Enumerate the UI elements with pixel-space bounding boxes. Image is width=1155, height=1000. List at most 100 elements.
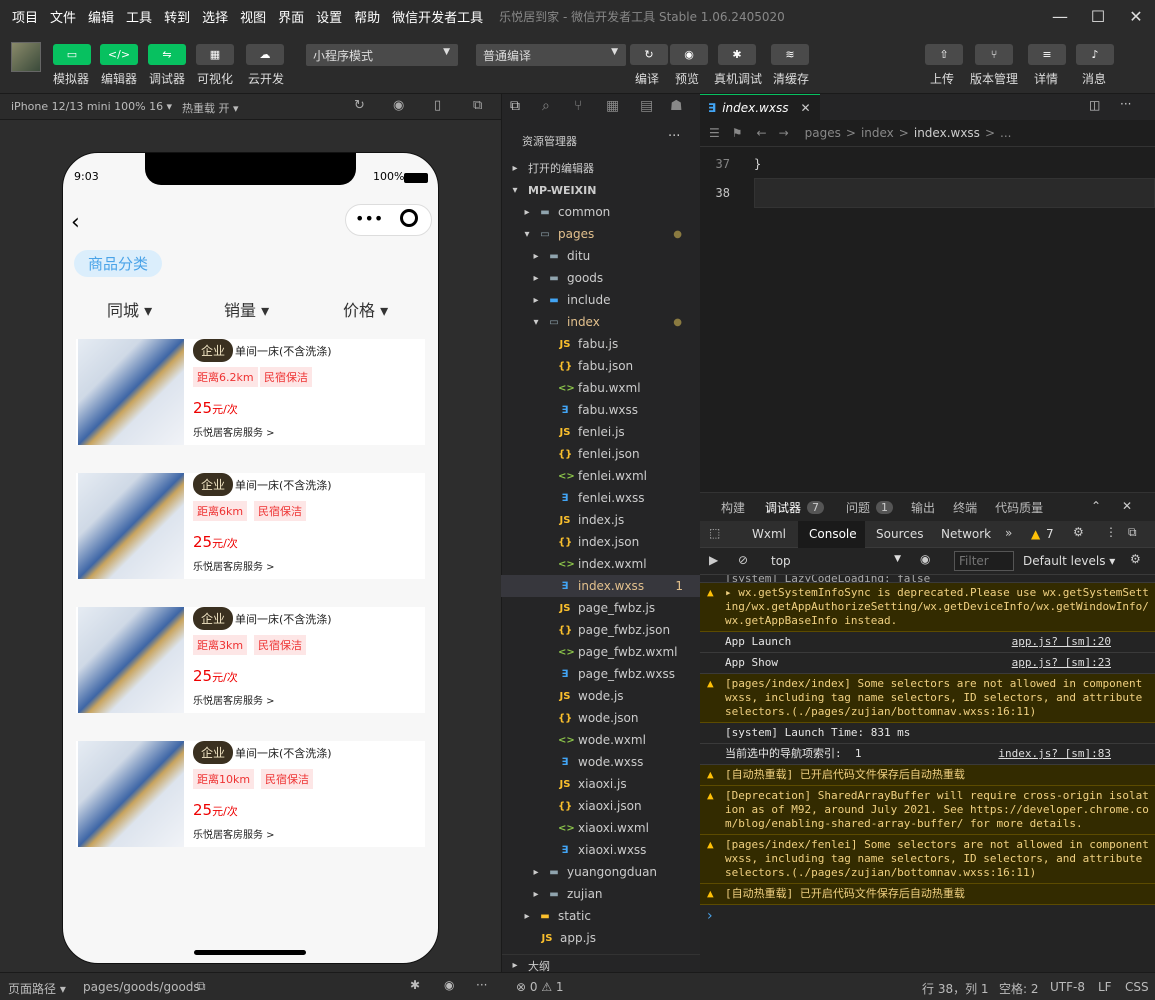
problems-count[interactable]: ⊗ 0 ⚠ 1 [516, 980, 564, 994]
close-icon[interactable]: ✕ [1122, 499, 1132, 513]
tree-item[interactable]: {} index.json [501, 531, 700, 553]
back-arrow-icon[interactable]: ← [757, 126, 767, 140]
sidebar-toggle-icon[interactable]: ▶ [709, 553, 718, 567]
breadcrumb-item[interactable]: index.wxss [914, 126, 980, 140]
tab-console[interactable]: Console [798, 521, 865, 548]
product-card[interactable]: 企业 单间一床(不含洗涤) 距离6.2km 民宿保洁 25元/次 乐悦居客房服务… [76, 339, 425, 445]
compile-select[interactable]: 普通编译 ▼ [476, 44, 626, 66]
tree-item[interactable]: JS fabu.js [501, 333, 700, 355]
tree-item[interactable]: <> page_fwbz.wxml [501, 641, 700, 663]
clear-cache-icon[interactable]: ≋ [771, 44, 809, 65]
context-select[interactable]: top ▼ [766, 551, 905, 571]
kebab-icon[interactable]: ⋮ [1105, 525, 1117, 539]
indent-setting[interactable]: 空格: 2 [999, 980, 1039, 997]
menu-item[interactable]: 编辑 [82, 7, 120, 26]
menu-item[interactable]: 工具 [120, 7, 158, 26]
tree-item[interactable]: ▸ ▬ goods [501, 267, 700, 289]
open-editors-section[interactable]: ▸ 打开的编辑器 [502, 157, 701, 179]
tree-item[interactable]: ▸ ▬ zujian [501, 883, 700, 905]
console-prompt[interactable]: › [700, 905, 1155, 927]
clear-cache-label[interactable]: 清缓存 [773, 70, 809, 87]
service-link[interactable]: 乐悦居客房服务 > [193, 692, 275, 707]
menu-item[interactable]: 文件 [44, 7, 82, 26]
log-source-link[interactable]: index.js? [sm]:83 [998, 747, 1111, 761]
tree-item[interactable]: JS app.js [501, 927, 700, 949]
stop-icon[interactable]: ◉ [393, 98, 404, 113]
split-editor-icon[interactable]: ◫ [1089, 98, 1100, 112]
tab-sources[interactable]: Sources [876, 527, 923, 541]
tab-network[interactable]: Network [941, 527, 991, 541]
more-icon[interactable]: ··· [476, 978, 487, 992]
tree-item[interactable]: ▾ ▭ pages ● [501, 223, 700, 245]
filter-input[interactable] [954, 551, 1014, 571]
filter-city[interactable]: 同城 ▾ [107, 297, 152, 321]
tree-item[interactable]: {} fabu.json [501, 355, 700, 377]
tree-item[interactable]: {} fenlei.json [501, 443, 700, 465]
eye-icon[interactable]: ◉ [444, 978, 454, 992]
tree-item[interactable]: ∃ fabu.wxss [501, 399, 700, 421]
details-label[interactable]: 详情 [1034, 70, 1058, 87]
popout-icon[interactable]: ⧉ [473, 98, 482, 113]
breadcrumb-item[interactable]: ... [1000, 126, 1011, 140]
tab-wxml[interactable]: Wxml [752, 527, 786, 541]
upload-icon[interactable]: ⇧ [925, 44, 963, 65]
tab-output[interactable]: 输出 [911, 499, 935, 516]
category-pill[interactable]: 商品分类 [74, 250, 163, 277]
service-link[interactable]: 乐悦居客房服务 > [193, 826, 275, 841]
version-icon[interactable]: ⑂ [975, 44, 1013, 65]
menu-item[interactable]: 视图 [234, 7, 272, 26]
tree-item[interactable]: <> fenlei.wxml [501, 465, 700, 487]
eye-icon[interactable]: ◉ [920, 552, 930, 566]
simulator-label[interactable]: 模拟器 [53, 70, 89, 87]
tree-item[interactable]: {} wode.json [501, 707, 700, 729]
more-icon[interactable]: ••• [355, 209, 383, 228]
tree-item[interactable]: ▾ ▭ index ● [501, 311, 700, 333]
tree-item[interactable]: ∃ wode.wxss [501, 751, 700, 773]
cloud-label[interactable]: 云开发 [248, 70, 284, 87]
docker-icon[interactable]: ☗ [670, 98, 683, 114]
dock-icon[interactable]: ⧉ [1128, 525, 1137, 540]
gear-icon[interactable]: ⚙ [1073, 525, 1084, 539]
tree-item[interactable]: ▸ ▬ yuangongduan [501, 861, 700, 883]
visual-icon[interactable]: ▦ [196, 44, 234, 65]
hotreload-toggle[interactable]: 热重载 开 ▾ [182, 100, 239, 116]
log-source-link[interactable]: app.js? [sm]:23 [1012, 656, 1111, 670]
tree-item[interactable]: <> xiaoxi.wxml [501, 817, 700, 839]
code-line-current[interactable]: 38 [700, 178, 1155, 208]
breadcrumb-item[interactable]: pages [805, 126, 841, 140]
preview-icon[interactable]: ◉ [670, 44, 708, 65]
files-icon[interactable]: ⧉ [510, 98, 520, 114]
compile-label[interactable]: 编译 [635, 70, 659, 87]
tree-item[interactable]: ▸ ▬ include [501, 289, 700, 311]
tree-item[interactable]: ∃ page_fwbz.wxss [501, 663, 700, 685]
tree-item[interactable]: ∃ fenlei.wxss [501, 487, 700, 509]
compile-icon[interactable]: ↻ [630, 44, 668, 65]
menu-item[interactable]: 帮助 [348, 7, 386, 26]
simulator-icon[interactable]: ▭ [53, 44, 91, 65]
tree-item[interactable]: {} page_fwbz.json [501, 619, 700, 641]
upload-label[interactable]: 上传 [930, 70, 954, 87]
filter-sales[interactable]: 销量 ▾ [224, 297, 269, 321]
phone-icon[interactable]: ▯ [434, 98, 441, 113]
tree-item[interactable]: JS wode.js [501, 685, 700, 707]
tree-item[interactable]: ▸ ▬ ditu [501, 245, 700, 267]
levels-select[interactable]: Default levels ▾ [1023, 554, 1115, 568]
close-icon[interactable]: ✕ [800, 101, 810, 115]
capsule-menu[interactable]: ••• [345, 204, 432, 236]
tree-item[interactable]: ▸ ▬ static [501, 905, 700, 927]
encoding[interactable]: UTF-8 [1050, 980, 1085, 994]
tree-item[interactable]: {} xiaoxi.json [501, 795, 700, 817]
tab-index-wxss[interactable]: ∃ index.wxss ✕ [700, 94, 820, 120]
tree-item[interactable]: <> wode.wxml [501, 729, 700, 751]
copy-icon[interactable]: ⧉ [197, 979, 206, 994]
product-card[interactable]: 企业 单间一床(不含洗涤) 距离6km 民宿保洁 25元/次 乐悦居客房服务 > [76, 473, 425, 579]
tab-terminal[interactable]: 终端 [953, 499, 977, 516]
service-link[interactable]: 乐悦居客房服务 > [193, 558, 275, 573]
maximize-icon[interactable]: ☐ [1079, 0, 1117, 32]
menu-item[interactable]: 界面 [272, 7, 310, 26]
debugger-icon[interactable]: ⇋ [148, 44, 186, 65]
git-icon[interactable]: ⑂ [574, 98, 582, 114]
cursor-position[interactable]: 行 38，列 1 [922, 980, 989, 997]
tree-item[interactable]: <> index.wxml [501, 553, 700, 575]
breadcrumb-item[interactable]: index [861, 126, 894, 140]
